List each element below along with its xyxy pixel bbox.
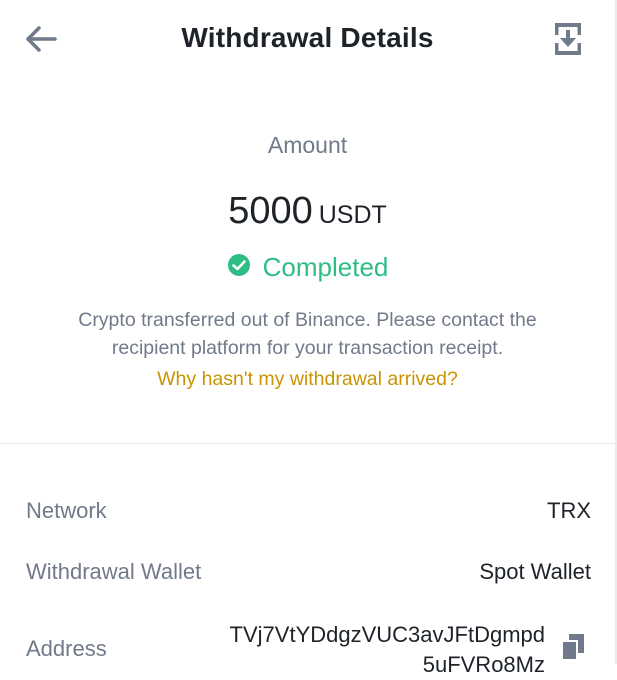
amount-label: Amount [267, 132, 348, 158]
why-not-arrived-link[interactable]: Why hasn't my withdrawal arrived? [0, 368, 615, 391]
amount-value: 5000 [228, 190, 313, 232]
page-title: Withdrawal Details [181, 22, 434, 53]
address-value: TVj7VtYDdgzVUC3avJFtDgmpd 5uFVRo8Mz [200, 620, 545, 680]
header: Withdrawal Details [0, 0, 615, 84]
withdrawal-wallet-value: Spot Wallet [479, 559, 591, 584]
section-divider [0, 443, 615, 444]
amount-display: 5000 USDT [0, 190, 615, 233]
address-label: Address [26, 636, 107, 661]
amount-currency: USDT [318, 201, 387, 229]
address-line-1: TVj7VtYDdgzVUC3avJFtDgmpd [229, 622, 545, 647]
status-text: Completed [262, 252, 389, 282]
network-label: Network [26, 498, 107, 523]
download-button[interactable] [550, 20, 586, 58]
transfer-note: Crypto transferred out of Binance. Pleas… [78, 309, 537, 359]
copy-icon [561, 634, 584, 661]
copy-address-button[interactable] [560, 632, 586, 662]
check-circle-icon [227, 253, 250, 276]
withdrawal-wallet-label: Withdrawal Wallet [26, 559, 202, 584]
status-badge: Completed [0, 252, 615, 283]
network-value: TRX [547, 498, 591, 523]
download-icon [555, 23, 581, 55]
address-line-2: 5uFVRo8Mz [422, 652, 545, 677]
